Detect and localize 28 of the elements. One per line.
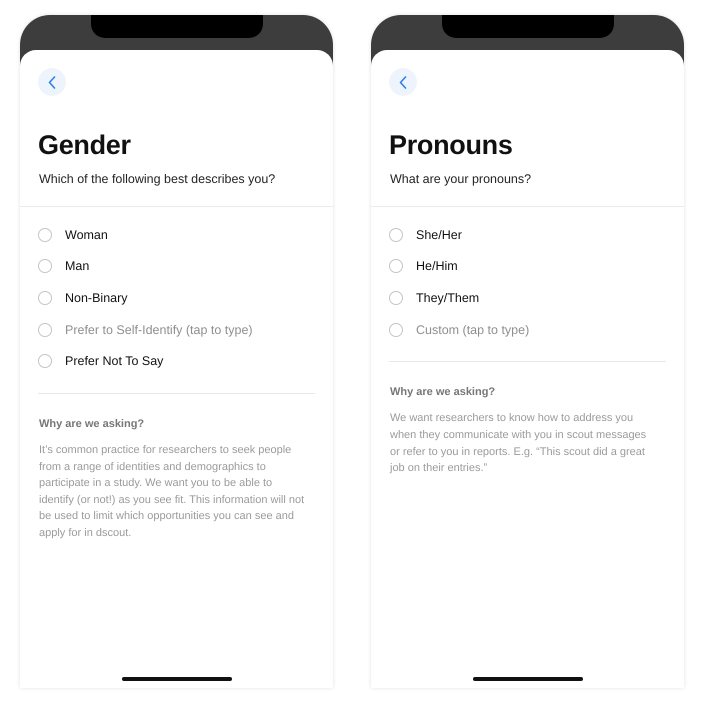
back-button[interactable]	[389, 68, 417, 96]
option-label[interactable]: Man	[65, 259, 90, 274]
radio-button[interactable]	[389, 259, 403, 274]
radio-button[interactable]	[389, 290, 403, 305]
radio-button[interactable]	[38, 259, 52, 274]
screen-subtitle: Which of the following best describes you?	[39, 171, 276, 188]
option-label[interactable]: Woman	[65, 228, 108, 242]
info-paragraph: It’s common practice for researchers to seek people from a range of identities and demographics to participate in a study. We want you to be able to identify (or not!) as you see fit. This information will not be used to limit which opportunities you can see and apply for in dscout.	[39, 442, 306, 541]
radio-button[interactable]	[389, 228, 403, 242]
screen-subtitle: What are your pronouns?	[390, 171, 532, 188]
info-heading: Why are we asking?	[38, 416, 146, 432]
screen-title: Pronouns	[389, 129, 514, 161]
radio-button[interactable]	[38, 322, 52, 337]
info-paragraph: We want researchers to know how to address you when they communicate with you in scout messages or refer to you in reports. E.g. “This scout did a great job on their entries.”	[390, 411, 648, 476]
back-button[interactable]	[38, 68, 66, 96]
option-label[interactable]: Non-Binary	[65, 290, 128, 305]
info-heading: Why are we asking?	[389, 385, 496, 400]
screen-title: Gender	[38, 129, 132, 161]
option-label[interactable]: Prefer Not To Say	[65, 354, 164, 368]
option-label[interactable]: He/Him	[416, 259, 458, 274]
radio-button[interactable]	[38, 228, 52, 242]
option-label[interactable]: She/Her	[416, 228, 462, 242]
radio-button[interactable]	[38, 290, 52, 305]
option-label[interactable]: They/Them	[416, 290, 480, 305]
radio-button[interactable]	[38, 354, 52, 368]
radio-button[interactable]	[389, 322, 403, 337]
chevron-left-icon	[399, 76, 407, 88]
chevron-left-icon	[48, 76, 56, 88]
